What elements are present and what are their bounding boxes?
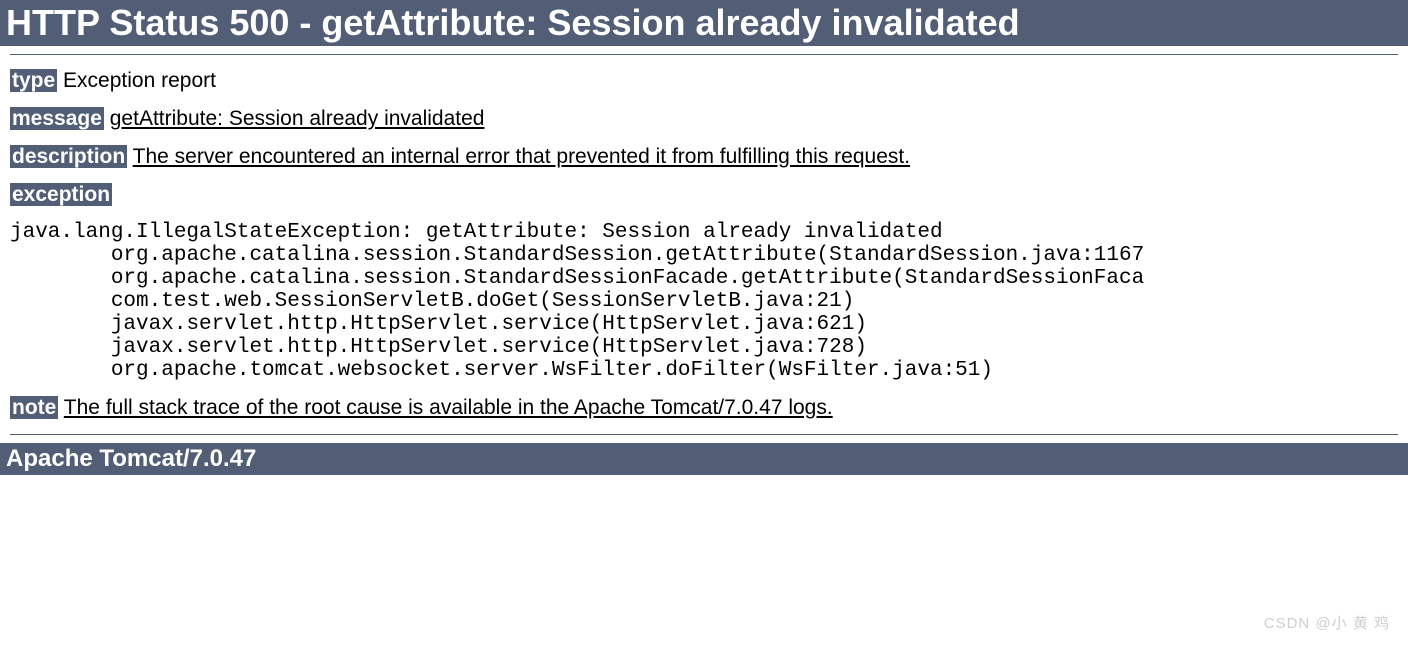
- error-title: HTTP Status 500 - getAttribute: Session …: [0, 0, 1408, 46]
- type-row: type Exception report: [10, 69, 1398, 93]
- note-label: note: [10, 396, 58, 419]
- watermark: CSDN @小 黄 鸡: [1264, 612, 1390, 633]
- message-label: message: [10, 107, 104, 130]
- stacktrace: java.lang.IllegalStateException: getAttr…: [10, 221, 1398, 382]
- type-label: type: [10, 69, 57, 92]
- exception-row: exception: [10, 183, 1398, 207]
- exception-label: exception: [10, 183, 112, 206]
- type-value: Exception report: [63, 69, 216, 92]
- message-value: getAttribute: Session already invalidate…: [110, 107, 485, 130]
- divider-top: [10, 54, 1398, 55]
- message-row: message getAttribute: Session already in…: [10, 107, 1398, 131]
- note-row: note The full stack trace of the root ca…: [10, 396, 1398, 420]
- description-row: description The server encountered an in…: [10, 145, 1398, 169]
- server-footer: Apache Tomcat/7.0.47: [0, 443, 1408, 475]
- divider-bottom: [10, 434, 1398, 435]
- description-label: description: [10, 145, 127, 168]
- note-value: The full stack trace of the root cause i…: [64, 396, 833, 419]
- description-value: The server encountered an internal error…: [133, 145, 910, 168]
